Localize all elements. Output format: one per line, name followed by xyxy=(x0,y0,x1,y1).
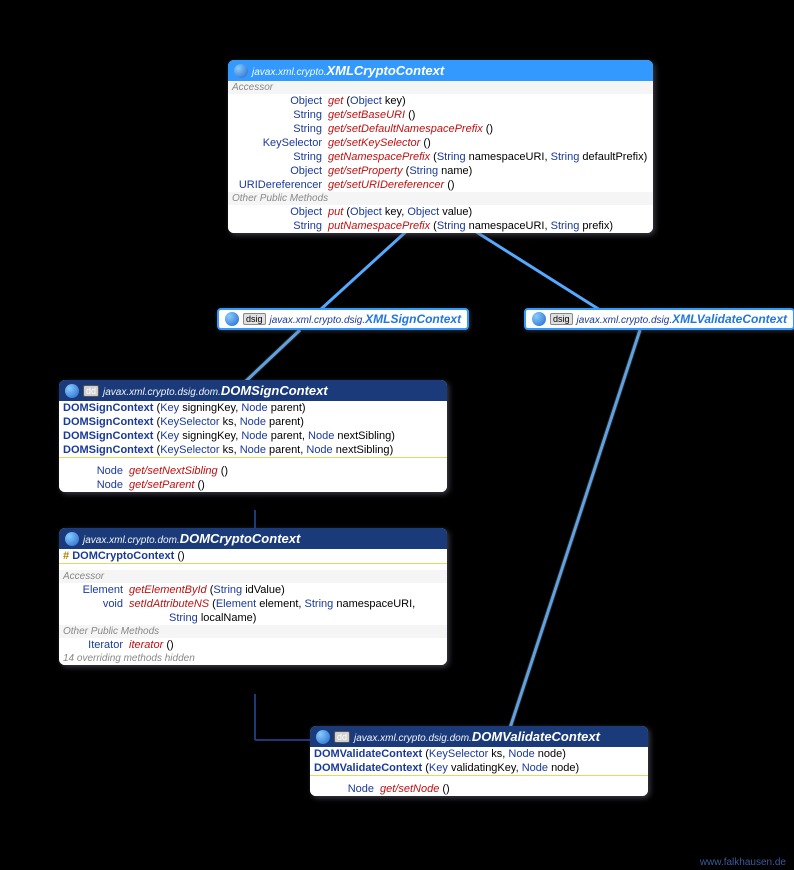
class-box-xmlsigncontext[interactable]: dsig javax.xml.crypto.dsig.XMLSignContex… xyxy=(217,308,469,330)
class-name: XMLSignContext xyxy=(365,312,461,326)
method-row: Objectget/setProperty (String name) xyxy=(228,164,653,178)
class-box-domvalidatecontext[interactable]: dd javax.xml.crypto.dsig.dom.DOMValidate… xyxy=(310,726,648,796)
class-name: XMLValidateContext xyxy=(672,312,787,326)
globe-icon xyxy=(225,312,239,326)
method-row: Stringget/setDefaultNamespacePrefix () xyxy=(228,122,653,136)
method-row: StringputNamespacePrefix (String namespa… xyxy=(228,219,653,233)
class-header: javax.xml.crypto.dom.DOMCryptoContext xyxy=(59,528,447,549)
section-other: Other Public Methods xyxy=(228,192,653,205)
class-header: dd javax.xml.crypto.dsig.dom.DOMSignCont… xyxy=(59,380,447,401)
method-row-cont: String localName) xyxy=(59,611,447,625)
package-tag: dsig xyxy=(550,313,573,325)
class-header: dd javax.xml.crypto.dsig.dom.DOMValidate… xyxy=(310,726,648,747)
method-row: Objectput (Object key, Object value) xyxy=(228,205,653,219)
constructor-row: DOMSignContext (Key signingKey, Node par… xyxy=(59,429,447,443)
package-tag: dsig xyxy=(243,313,266,325)
class-header: javax.xml.crypto.XMLCryptoContext xyxy=(228,60,653,81)
section-accessor: Accessor xyxy=(228,81,653,94)
method-row: Stringget/setBaseURI () xyxy=(228,108,653,122)
package-tag: dd xyxy=(83,385,99,397)
class-name: DOMSignContext xyxy=(221,383,328,398)
hidden-methods-note: 14 overriding methods hidden xyxy=(59,652,447,665)
class-box-domcryptocontext[interactable]: javax.xml.crypto.dom.DOMCryptoContext # … xyxy=(59,528,447,665)
globe-icon xyxy=(234,64,248,78)
package-label: javax.xml.crypto. xyxy=(252,67,326,78)
method-row: Nodeget/setNode () xyxy=(310,782,648,796)
section-other: Other Public Methods xyxy=(59,625,447,638)
class-name: XMLCryptoContext xyxy=(326,63,444,78)
method-row: Nodeget/setNextSibling () xyxy=(59,464,447,478)
globe-icon xyxy=(65,384,79,398)
constructor-row: DOMValidateContext (KeySelector ks, Node… xyxy=(310,747,648,761)
package-label: javax.xml.crypto.dom. xyxy=(83,535,180,546)
method-row: Objectget (Object key) xyxy=(228,94,653,108)
package-label: javax.xml.crypto.dsig. xyxy=(577,315,673,326)
package-label: javax.xml.crypto.dsig. xyxy=(270,315,366,326)
class-box-domsigncontext[interactable]: dd javax.xml.crypto.dsig.dom.DOMSignCont… xyxy=(59,380,447,492)
constructor-row: DOMValidateContext (Key validatingKey, N… xyxy=(310,761,648,775)
method-row: KeySelectorget/setKeySelector () xyxy=(228,136,653,150)
footer-credit[interactable]: www.falkhausen.de xyxy=(700,857,786,868)
method-row: Iteratoriterator () xyxy=(59,638,447,652)
package-tag: dd xyxy=(334,731,350,743)
package-label: javax.xml.crypto.dsig.dom. xyxy=(103,387,221,398)
class-name: DOMCryptoContext xyxy=(180,531,301,546)
constructor-row: # DOMCryptoContext () xyxy=(59,549,447,564)
globe-icon xyxy=(65,532,79,546)
method-row: URIDereferencerget/setURIDereferencer () xyxy=(228,178,653,192)
class-name: DOMValidateContext xyxy=(472,729,600,744)
package-label: javax.xml.crypto.dsig.dom. xyxy=(354,733,472,744)
globe-icon xyxy=(316,730,330,744)
method-row: Nodeget/setParent () xyxy=(59,478,447,492)
method-row: StringgetNamespacePrefix (String namespa… xyxy=(228,150,653,164)
class-box-xmlcryptocontext[interactable]: javax.xml.crypto.XMLCryptoContext Access… xyxy=(228,60,653,233)
class-box-xmlvalidatecontext[interactable]: dsig javax.xml.crypto.dsig.XMLValidateCo… xyxy=(524,308,794,330)
constructor-row: DOMSignContext (KeySelector ks, Node par… xyxy=(59,415,447,429)
section-accessor: Accessor xyxy=(59,570,447,583)
globe-icon xyxy=(532,312,546,326)
method-row: voidsetIdAttributeNS (Element element, S… xyxy=(59,597,447,611)
constructor-row: DOMSignContext (Key signingKey, Node par… xyxy=(59,401,447,415)
constructor-row: DOMSignContext (KeySelector ks, Node par… xyxy=(59,443,447,457)
method-row: ElementgetElementById (String idValue) xyxy=(59,583,447,597)
